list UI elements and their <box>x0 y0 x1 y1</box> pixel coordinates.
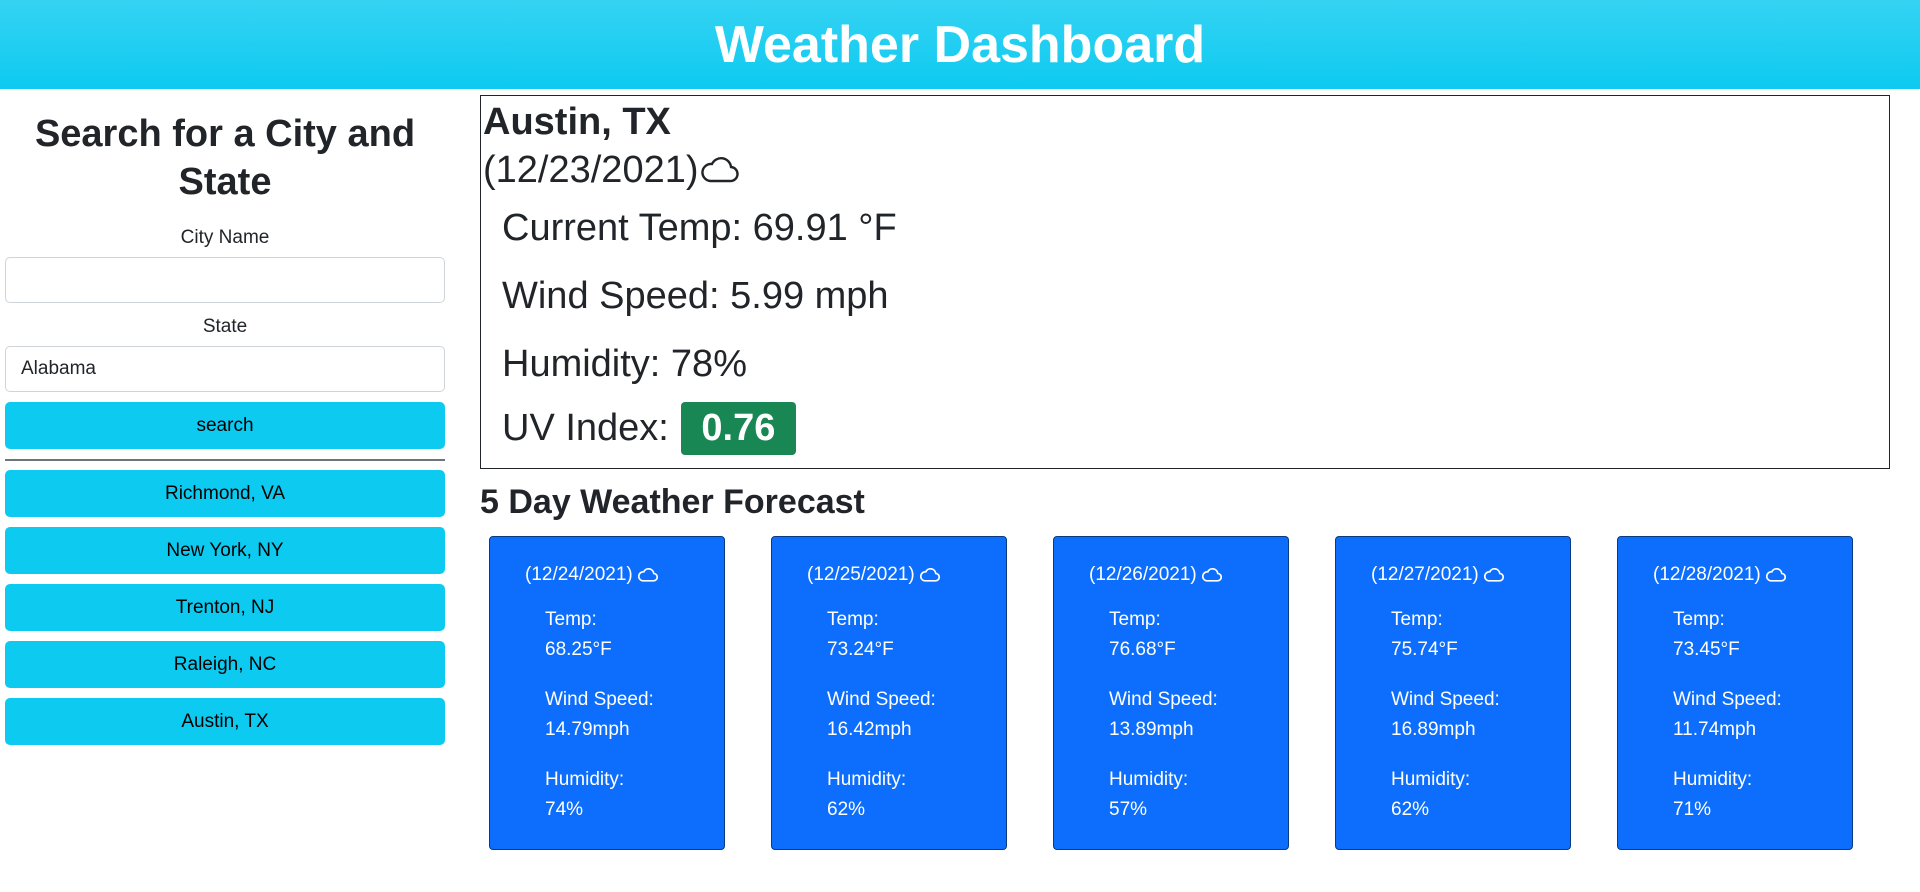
forecast-temp-label: Temp: <box>827 609 879 630</box>
current-date-row: (12/23/2021) <box>481 146 1889 194</box>
history-button-richmond[interactable]: Richmond, VA <box>5 470 445 517</box>
forecast-temp: 73.45°F <box>1673 639 1740 660</box>
forecast-humidity-label: Humidity: <box>827 769 907 790</box>
city-name-input[interactable] <box>5 257 445 303</box>
state-label: State <box>202 316 248 337</box>
current-temp: Current Temp: 69.91 °F <box>502 207 897 249</box>
forecast-humidity: 62% <box>1391 799 1430 820</box>
forecast-card: (12/24/2021) Temp: 68.25°F Wind Speed: 1… <box>489 536 725 850</box>
forecast-temp-label: Temp: <box>1391 609 1443 630</box>
history-button-new-york[interactable]: New York, NY <box>5 527 445 574</box>
forecast-humidity: 57% <box>1109 799 1148 820</box>
forecast-temp-label: Temp: <box>545 609 597 630</box>
history-button-austin[interactable]: Austin, TX <box>5 698 445 745</box>
forecast-card: (12/27/2021) Temp: 75.74°F Wind Speed: 1… <box>1335 536 1571 850</box>
current-weather-panel: Austin, TX (12/23/2021) Current Temp: 69… <box>480 95 1890 469</box>
forecast-details: Temp: 73.45°F Wind Speed: 11.74mph Humid… <box>1673 605 1782 825</box>
forecast-date-row: (12/25/2021) <box>807 564 940 586</box>
forecast-cards: (12/24/2021) Temp: 68.25°F Wind Speed: 1… <box>489 536 1889 850</box>
forecast-date: (12/27/2021) <box>1371 564 1479 585</box>
cloud-icon <box>700 157 739 183</box>
forecast-details: Temp: 68.25°F Wind Speed: 14.79mph Humid… <box>545 605 654 825</box>
forecast-date: (12/25/2021) <box>807 564 915 585</box>
forecast-wind-label: Wind Speed: <box>1391 689 1500 710</box>
forecast-date: (12/26/2021) <box>1089 564 1197 585</box>
forecast-humidity-label: Humidity: <box>545 769 625 790</box>
forecast-title: 5 Day Weather Forecast <box>480 483 865 521</box>
forecast-wind: 13.89mph <box>1109 719 1194 740</box>
cloud-icon <box>637 568 658 582</box>
forecast-wind-label: Wind Speed: <box>827 689 936 710</box>
search-sidebar: Search for a City and State City Name St… <box>5 110 445 755</box>
search-heading: Search for a City and State <box>34 113 416 203</box>
forecast-wind: 16.42mph <box>827 719 912 740</box>
forecast-date: (12/24/2021) <box>525 564 633 585</box>
forecast-wind: 14.79mph <box>545 719 630 740</box>
forecast-card: (12/28/2021) Temp: 73.45°F Wind Speed: 1… <box>1617 536 1853 850</box>
forecast-temp: 75.74°F <box>1391 639 1458 660</box>
forecast-humidity-label: Humidity: <box>1391 769 1471 790</box>
forecast-date-row: (12/24/2021) <box>525 564 658 586</box>
forecast-humidity: 74% <box>545 799 584 820</box>
forecast-wind: 16.89mph <box>1391 719 1476 740</box>
history-button-trenton[interactable]: Trenton, NJ <box>5 584 445 631</box>
forecast-humidity-label: Humidity: <box>1109 769 1189 790</box>
sidebar-divider <box>5 459 445 461</box>
current-humidity: Humidity: 78% <box>502 343 747 385</box>
forecast-humidity: 71% <box>1673 799 1712 820</box>
cloud-icon <box>1201 568 1222 582</box>
cloud-icon <box>1483 568 1504 582</box>
current-city: Austin, TX <box>483 101 671 143</box>
forecast-humidity-label: Humidity: <box>1673 769 1753 790</box>
forecast-temp-label: Temp: <box>1673 609 1725 630</box>
forecast-temp-label: Temp: <box>1109 609 1161 630</box>
forecast-details: Temp: 73.24°F Wind Speed: 16.42mph Humid… <box>827 605 936 825</box>
search-button[interactable]: search <box>5 402 445 449</box>
forecast-temp: 68.25°F <box>545 639 612 660</box>
forecast-details: Temp: 76.68°F Wind Speed: 13.89mph Humid… <box>1109 605 1218 825</box>
history-button-raleigh[interactable]: Raleigh, NC <box>5 641 445 688</box>
forecast-date-row: (12/28/2021) <box>1653 564 1786 586</box>
current-date: (12/23/2021) <box>483 149 699 191</box>
city-name-label: City Name <box>180 227 270 248</box>
forecast-card: (12/26/2021) Temp: 76.68°F Wind Speed: 1… <box>1053 536 1289 850</box>
forecast-date-row: (12/27/2021) <box>1371 564 1504 586</box>
current-wind-speed: Wind Speed: 5.99 mph <box>502 275 889 317</box>
forecast-temp: 76.68°F <box>1109 639 1176 660</box>
forecast-temp: 73.24°F <box>827 639 894 660</box>
uv-index-label: UV Index: <box>502 407 669 449</box>
forecast-wind-label: Wind Speed: <box>545 689 654 710</box>
search-history: Richmond, VA New York, NY Trenton, NJ Ra… <box>5 470 445 745</box>
uv-index-badge: 0.76 <box>680 402 796 455</box>
uv-index-row: UV Index: 0.76 <box>481 402 1889 455</box>
state-select[interactable]: Alabama <box>5 346 445 392</box>
forecast-wind-label: Wind Speed: <box>1673 689 1782 710</box>
cloud-icon <box>1765 568 1786 582</box>
page-title: Weather Dashboard <box>714 15 1206 74</box>
app-header: Weather Dashboard <box>0 0 1920 89</box>
forecast-wind: 11.74mph <box>1673 719 1757 740</box>
cloud-icon <box>919 568 940 582</box>
forecast-wind-label: Wind Speed: <box>1109 689 1218 710</box>
forecast-date: (12/28/2021) <box>1653 564 1761 585</box>
forecast-date-row: (12/26/2021) <box>1089 564 1222 586</box>
forecast-humidity: 62% <box>827 799 866 820</box>
forecast-card: (12/25/2021) Temp: 73.24°F Wind Speed: 1… <box>771 536 1007 850</box>
forecast-details: Temp: 75.74°F Wind Speed: 16.89mph Humid… <box>1391 605 1500 825</box>
